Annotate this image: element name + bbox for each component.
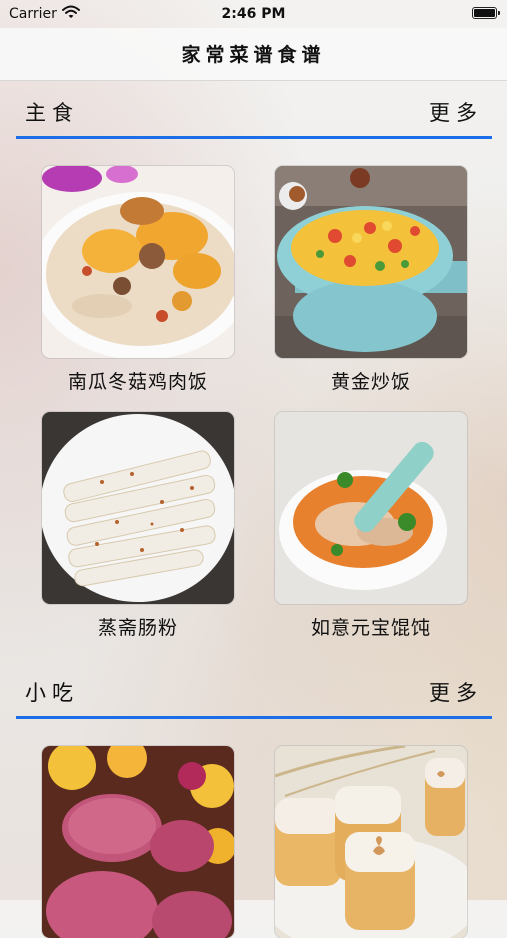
status-bar: Carrier 2:46 PM	[0, 0, 507, 28]
section-divider	[16, 716, 492, 719]
section-divider	[16, 136, 492, 139]
recipe-name[interactable]: 如意元宝馄饨	[255, 613, 487, 640]
section-title: 小吃	[25, 681, 79, 705]
recipe-image[interactable]	[42, 166, 234, 358]
battery-icon	[472, 7, 500, 19]
recipe-image[interactable]	[275, 166, 467, 358]
recipe-image[interactable]	[275, 746, 467, 938]
section-header-snacks: 小吃 更多	[0, 660, 507, 716]
recipe-name[interactable]: 南瓜冬菇鸡肉饭	[22, 367, 254, 394]
recipe-name[interactable]: 黄金炒饭	[255, 367, 487, 394]
page-title: 家常菜谱食谱	[181, 44, 326, 66]
navigation-bar: 家常菜谱食谱	[0, 28, 507, 81]
more-button[interactable]: 更多	[429, 677, 483, 707]
section-title: 主食	[25, 101, 79, 125]
recipe-image[interactable]	[275, 412, 467, 604]
recipe-image[interactable]	[42, 412, 234, 604]
recipe-name[interactable]: 蒸斋肠粉	[22, 613, 254, 640]
recipe-image[interactable]	[42, 746, 234, 938]
section-header-staple: 主食 更多	[0, 80, 507, 136]
clock: 2:46 PM	[221, 6, 286, 22]
more-button[interactable]: 更多	[429, 97, 483, 127]
